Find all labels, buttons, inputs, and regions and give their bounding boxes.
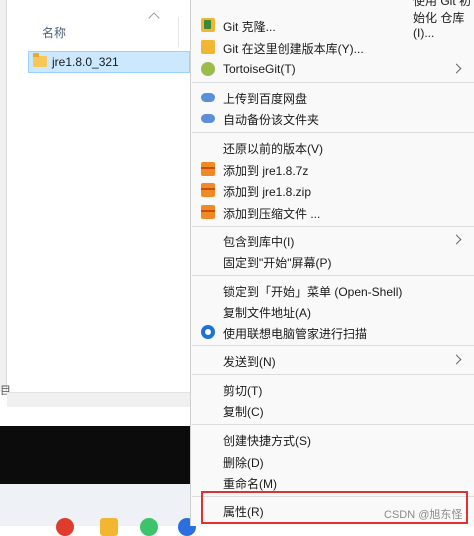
explorer-window: 目 名称 jre1.8.0_321 — [0, 0, 196, 536]
menu-item-label: 复制文件地址(A) — [223, 306, 311, 320]
menu-item-add-7z[interactable]: 添加到 jre1.8.7z — [191, 159, 474, 180]
menu-item-pin-open-shell[interactable]: 锁定到「开始」菜单 (Open-Shell) — [191, 280, 474, 301]
menu-item-add-zip[interactable]: 添加到 jre1.8.zip — [191, 180, 474, 201]
baidu-cloud-icon — [201, 93, 215, 102]
winrar-icon — [201, 205, 215, 219]
menu-item-copy-path[interactable]: 复制文件地址(A) — [191, 301, 474, 322]
menu-item-label: 添加到 jre1.8.zip — [223, 185, 312, 199]
menu-item-label: 删除(D) — [223, 456, 264, 470]
menu-item-delete[interactable]: 删除(D) — [191, 451, 474, 472]
winrar-icon — [201, 162, 215, 176]
menu-item-label: 剪切(T) — [223, 384, 263, 398]
submenu-arrow-icon — [451, 63, 462, 74]
menu-item-restore-versions[interactable]: 还原以前的版本(V) — [191, 137, 474, 158]
menu-item-label: 添加到压缩文件 ... — [223, 207, 321, 221]
menu-separator — [192, 275, 474, 276]
menu-item-label: 创建快捷方式(S) — [223, 434, 311, 448]
folder-icon — [33, 53, 47, 67]
menu-item-label: 发送到(N) — [223, 355, 276, 369]
menu-item-baidu-upload[interactable]: 上传到百度网盘 — [191, 87, 474, 108]
menu-separator — [192, 424, 474, 425]
menu-item-cut[interactable]: 剪切(T) — [191, 379, 474, 400]
menu-separator — [192, 82, 474, 83]
pane-divider — [6, 0, 7, 392]
menu-item-git-create-repo[interactable]: Git 在这里创建版本库(Y)... — [191, 37, 474, 58]
menu-item-label: 还原以前的版本(V) — [223, 142, 323, 156]
menu-item-include-library[interactable]: 包含到库中(I) — [191, 230, 474, 251]
menu-item-add-archive[interactable]: 添加到压缩文件 ... — [191, 202, 474, 223]
file-row-selected[interactable]: jre1.8.0_321 — [28, 51, 190, 73]
menu-item-tortoisegit[interactable]: TortoiseGit(T) — [191, 59, 474, 80]
sort-chevron-icon[interactable] — [148, 12, 160, 24]
menu-item-copy[interactable]: 复制(C) — [191, 400, 474, 421]
menu-item-label: 包含到库中(I) — [223, 235, 295, 249]
menu-item-label: 锁定到「开始」菜单 (Open-Shell) — [223, 285, 403, 299]
submenu-arrow-icon — [451, 354, 462, 365]
taskbar-app-icon[interactable] — [100, 518, 118, 536]
menu-item-label: 添加到 jre1.8.7z — [223, 164, 309, 178]
menu-item-lenovo-scan[interactable]: 使用联想电脑管家进行扫描 — [191, 322, 474, 343]
menu-item-baidu-backup[interactable]: 自动备份该文件夹 — [191, 108, 474, 129]
watermark: CSDN @旭东怪 — [384, 509, 463, 521]
menu-item-label: 上传到百度网盘 — [223, 92, 308, 106]
menu-item-create-shortcut[interactable]: 创建快捷方式(S) — [191, 429, 474, 450]
tortoisegit-icon — [201, 62, 215, 76]
menu-item-label: 复制(C) — [223, 405, 264, 419]
horizontal-scrollbar[interactable] — [7, 392, 190, 407]
git-clone-icon — [201, 18, 215, 32]
lenovo-icon — [201, 325, 215, 339]
menu-item-git-clone[interactable]: Git 克隆... — [191, 15, 474, 36]
taskbar — [0, 484, 190, 526]
menu-item-rename[interactable]: 重命名(M) — [191, 472, 474, 493]
menu-item-label: 使用联想电脑管家进行扫描 — [223, 327, 368, 341]
menu-item-label: Git 克隆... — [223, 20, 276, 34]
menu-item-send-to[interactable]: 发送到(N) — [191, 350, 474, 371]
menu-separator — [192, 345, 474, 346]
column-divider[interactable] — [178, 17, 179, 47]
winrar-icon — [201, 183, 215, 197]
menu-item-label: 固定到"开始"屏幕(P) — [223, 256, 332, 270]
context-menu: 使用 Git 初始化 仓库(I)... Git 克隆... Git 在这里创建版… — [190, 0, 474, 526]
menu-item-label: TortoiseGit(T) — [223, 62, 296, 76]
baidu-backup-icon — [201, 114, 215, 123]
file-name: jre1.8.0_321 — [52, 55, 119, 69]
column-header-name[interactable]: 名称 — [42, 24, 66, 41]
menu-item-label: Git 在这里创建版本库(Y)... — [223, 42, 364, 56]
menu-item-label: 重命名(M) — [223, 477, 277, 491]
menu-separator — [192, 226, 474, 227]
menu-item-label: 自动备份该文件夹 — [223, 113, 320, 127]
menu-separator — [192, 374, 474, 375]
menu-separator — [192, 132, 474, 133]
taskbar-app-icon[interactable] — [140, 518, 158, 536]
menu-item-pin-start[interactable]: 固定到"开始"屏幕(P) — [191, 251, 474, 272]
submenu-arrow-icon — [451, 234, 462, 245]
taskbar-app-icon[interactable] — [56, 518, 74, 536]
dark-window-area — [0, 426, 190, 484]
git-create-repo-icon — [201, 40, 215, 54]
